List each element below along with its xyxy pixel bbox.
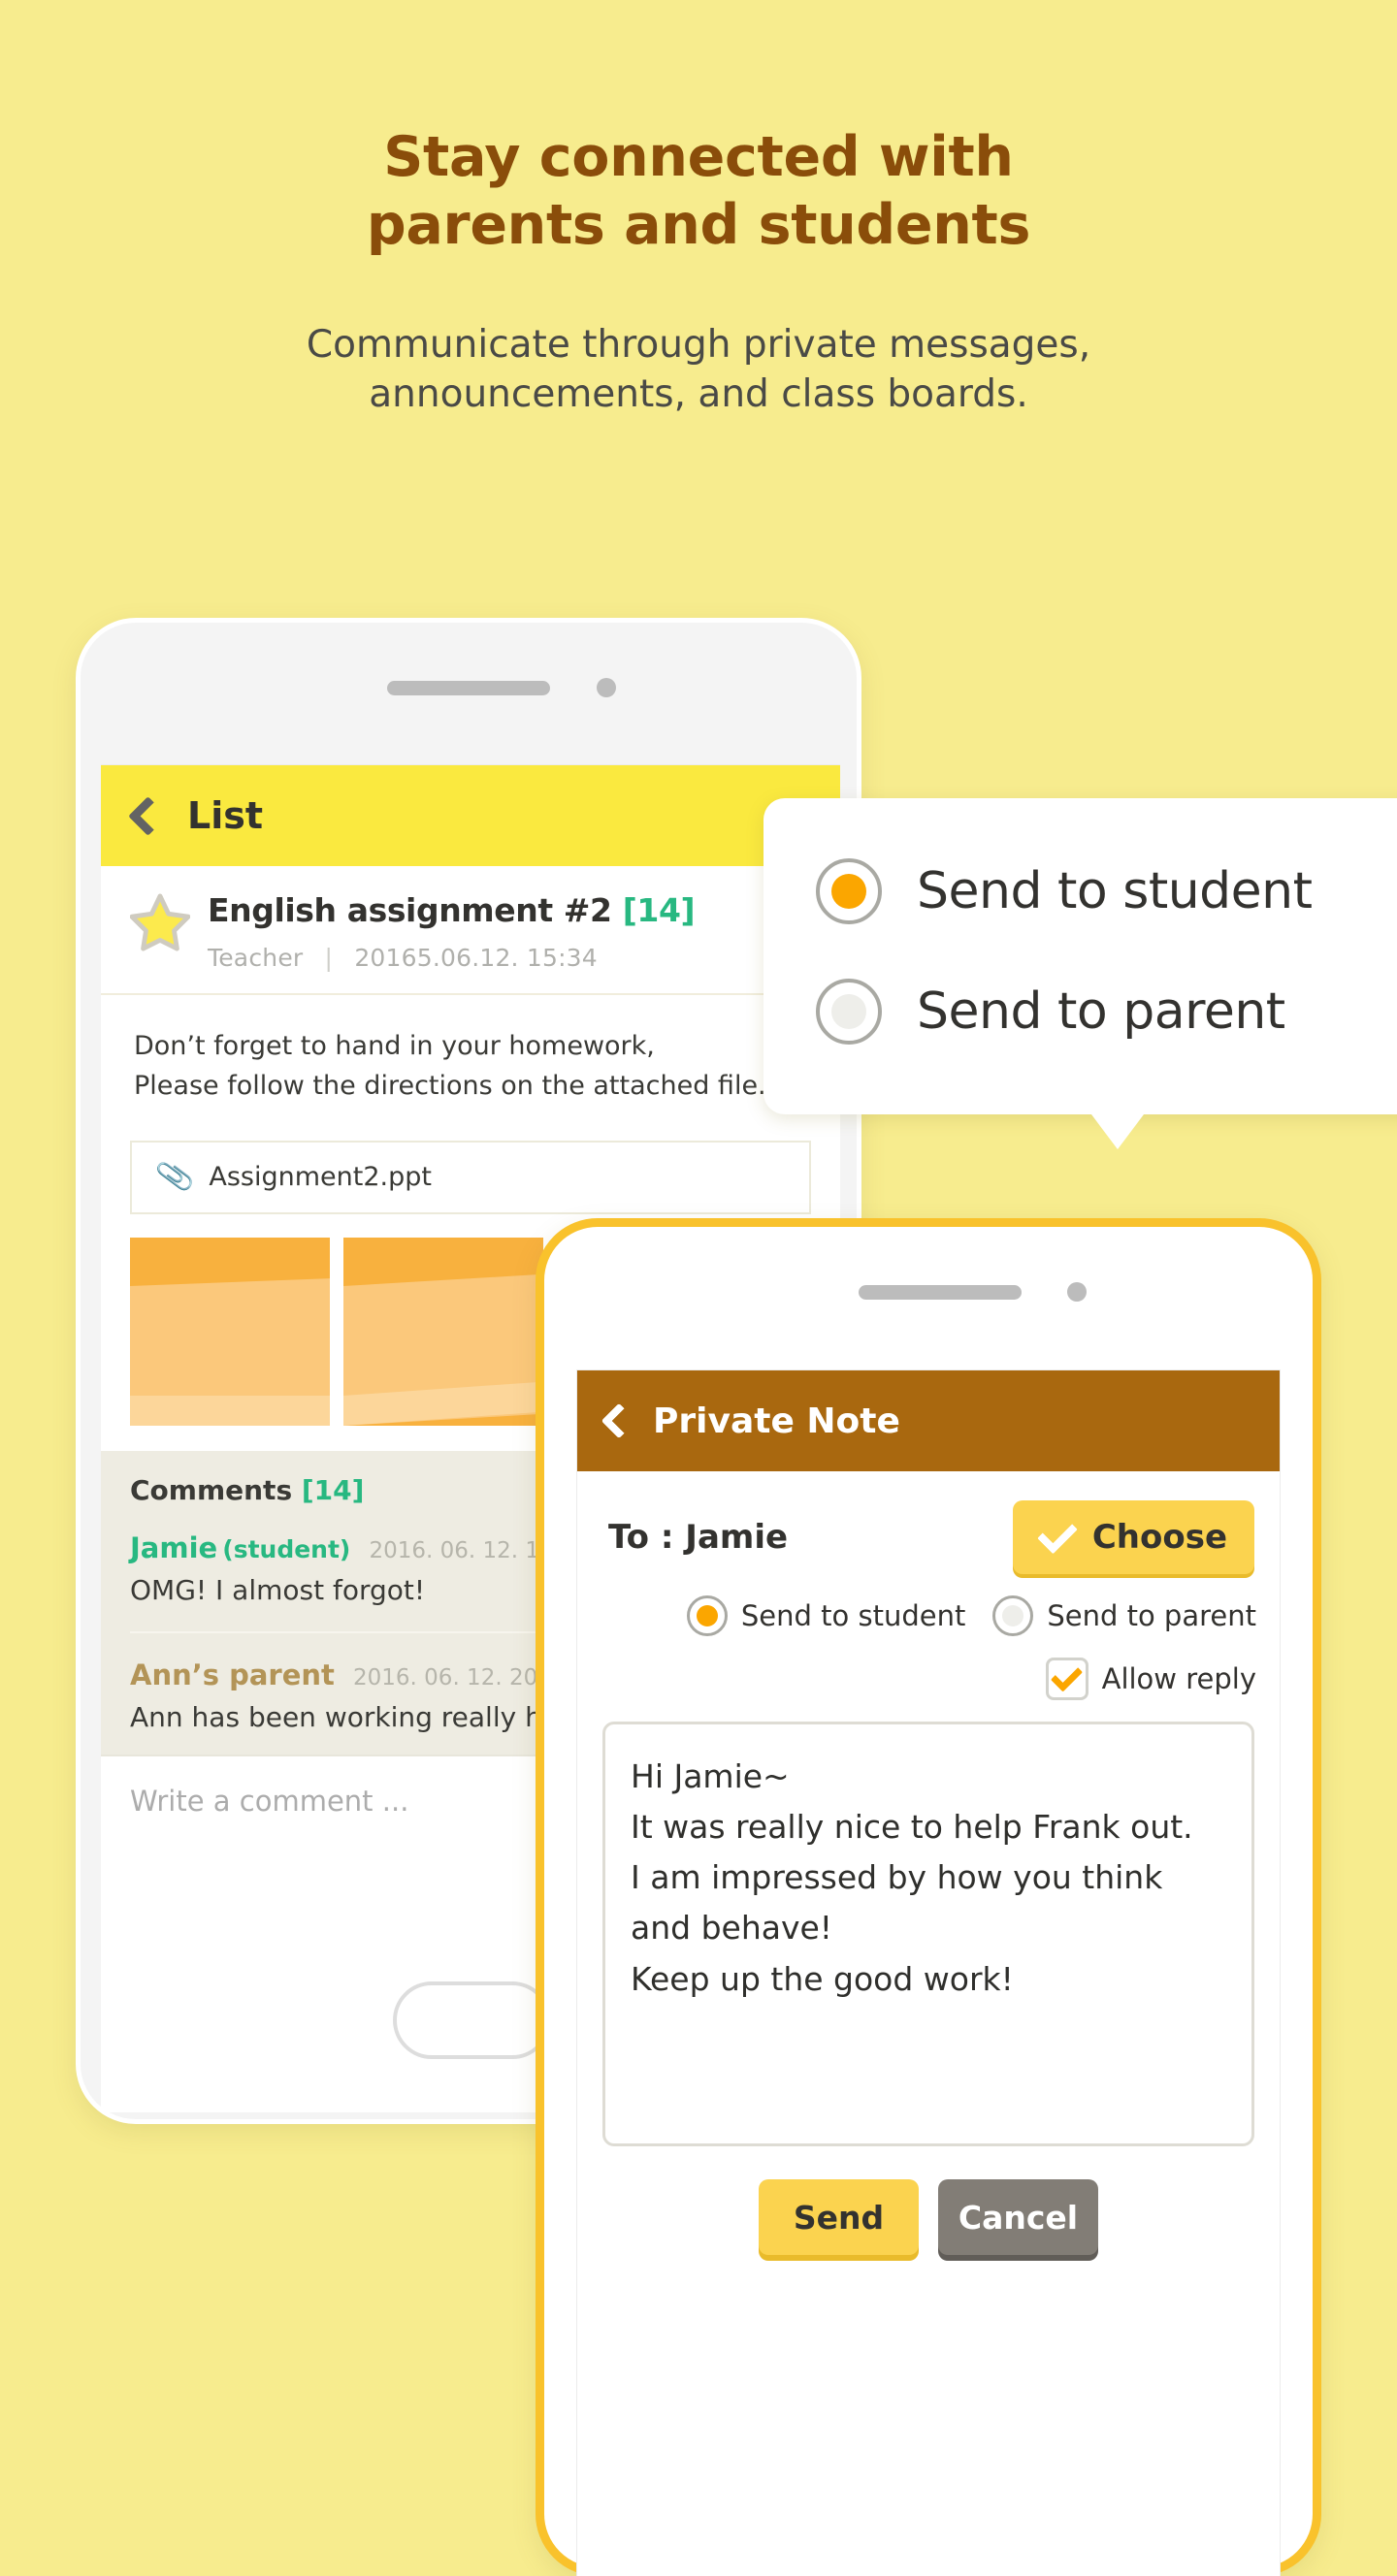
note-message-line-2: It was really nice to help Frank out. xyxy=(631,1808,1193,1847)
comments-count-badge: [14] xyxy=(301,1473,365,1506)
post-title: English assignment #2 xyxy=(208,891,612,929)
page-title-line-2: parents and students xyxy=(366,192,1031,257)
comment-timestamp: 2016. 06. 12. 20:1 xyxy=(353,1664,560,1690)
popup-option-label: Send to student xyxy=(917,862,1313,920)
choose-button-label: Choose xyxy=(1091,1518,1227,1557)
check-icon xyxy=(1036,1513,1078,1554)
note-message-line-1: Hi Jamie~ xyxy=(631,1757,790,1795)
phone1-camera-icon xyxy=(597,678,616,697)
note-send-target-radios: Send to student Send to parent xyxy=(577,1574,1280,1636)
chevron-left-icon[interactable] xyxy=(127,795,169,836)
board-nav-title: List xyxy=(187,794,264,837)
note-message-line-5: Keep up the good work! xyxy=(631,1959,1014,1998)
radio-button-unselected-icon[interactable] xyxy=(992,1595,1034,1636)
post-title-row: English assignment #2 [14] xyxy=(208,891,811,930)
post-author: Teacher xyxy=(208,943,304,972)
image-thumbnail[interactable] xyxy=(343,1237,543,1426)
post-header: English assignment #2 [14] Teacher | 201… xyxy=(101,866,840,995)
page-title-line-1: Stay connected with xyxy=(383,125,1014,189)
popup-tail xyxy=(1088,1111,1147,1149)
phone1-home-button[interactable] xyxy=(393,1981,551,2059)
post-meta: Teacher | 20165.06.12. 15:34 xyxy=(208,944,811,972)
phone2-speaker-icon xyxy=(859,1285,1022,1300)
comment-author-role: (student) xyxy=(222,1534,351,1563)
note-navbar: Private Note xyxy=(577,1370,1280,1471)
post-body: Don’t forget to hand in your homework, P… xyxy=(101,995,840,1106)
page-subtitle-line-1: Communicate through private messages, xyxy=(306,323,1091,367)
star-icon xyxy=(130,893,190,951)
paperclip-icon: 📎 xyxy=(153,1156,197,1198)
cancel-button[interactable]: Cancel xyxy=(938,2179,1098,2255)
comments-header-label: Comments xyxy=(130,1473,293,1506)
image-thumbnail[interactable] xyxy=(130,1237,330,1426)
radio-option-label: Send to student xyxy=(740,1599,966,1632)
chevron-left-icon[interactable] xyxy=(601,1402,637,1439)
allow-reply-label: Allow reply xyxy=(1101,1662,1256,1695)
note-recipient-label: To : Jamie xyxy=(608,1518,789,1557)
popup-option-label: Send to parent xyxy=(917,982,1285,1041)
post-body-line-1: Don’t forget to hand in your homework, xyxy=(134,1030,655,1061)
page-subtitle: Communicate through private messages, an… xyxy=(0,320,1397,420)
choose-button[interactable]: Choose xyxy=(1012,1500,1254,1574)
note-action-bar: Send Cancel xyxy=(577,2179,1280,2255)
checkbox-checked-icon[interactable] xyxy=(1045,1658,1088,1700)
phone2-camera-icon xyxy=(1067,1282,1087,1302)
post-body-line-2: Please follow the directions on the atta… xyxy=(134,1070,766,1101)
note-message-line-4: and behave! xyxy=(631,1909,833,1948)
popup-option-student[interactable]: Send to student xyxy=(763,798,1397,951)
attachment-filename: Assignment2.ppt xyxy=(209,1162,432,1193)
radio-button-selected-icon[interactable] xyxy=(686,1595,728,1636)
page-title: Stay connected with parents and students xyxy=(0,124,1397,259)
note-recipient-row: To : Jamie Choose xyxy=(577,1471,1280,1574)
board-navbar: List xyxy=(101,765,840,866)
radio-button-unselected-icon[interactable] xyxy=(816,979,882,1045)
note-message-line-3: I am impressed by how you think xyxy=(631,1858,1163,1897)
comment-author-name[interactable]: Ann’s parent xyxy=(130,1658,335,1691)
phone1-speaker-icon xyxy=(387,681,550,695)
comment-author-name[interactable]: Jamie xyxy=(130,1531,217,1564)
promo-screen: Stay connected with parents and students… xyxy=(0,0,1397,2576)
note-nav-title: Private Note xyxy=(653,1401,900,1441)
note-message-textarea[interactable]: Hi Jamie~ It was really nice to help Fra… xyxy=(602,1722,1254,2146)
radio-option-parent[interactable]: Send to parent xyxy=(992,1595,1256,1636)
post-comment-badge: [14] xyxy=(622,891,696,929)
allow-reply-row[interactable]: Allow reply xyxy=(577,1636,1280,1700)
page-subtitle-line-2: announcements, and class boards. xyxy=(369,372,1028,417)
post-meta-separator: | xyxy=(324,943,334,972)
send-button[interactable]: Send xyxy=(759,2179,919,2255)
post-datetime: 20165.06.12. 15:34 xyxy=(354,943,598,972)
radio-option-label: Send to parent xyxy=(1047,1599,1256,1632)
private-note-screen: Private Note To : Jamie Choose Send to s… xyxy=(576,1369,1281,2576)
attachment-row[interactable]: 📎 Assignment2.ppt xyxy=(130,1140,811,1214)
radio-button-selected-icon[interactable] xyxy=(816,858,882,924)
popup-option-parent[interactable]: Send to parent xyxy=(763,951,1397,1072)
radio-option-student[interactable]: Send to student xyxy=(686,1595,966,1636)
send-target-popup: Send to student Send to parent xyxy=(763,798,1397,1149)
comment-timestamp: 2016. 06. 12. 16: xyxy=(369,1537,562,1563)
